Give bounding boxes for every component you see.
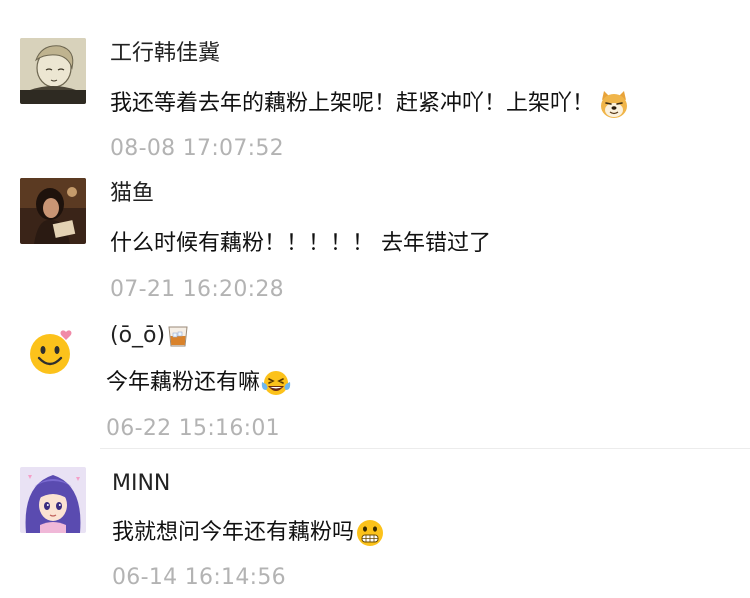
avatar[interactable] — [20, 320, 86, 386]
timestamp: 08-08 17:07:52 — [110, 136, 284, 161]
comment-text-content: 什么时候有藕粉！！！！！ 去年错过了 — [110, 231, 491, 256]
divider — [100, 448, 750, 449]
avatar[interactable] — [20, 178, 86, 244]
comment-text: 我就想问今年还有藕粉吗 — [112, 517, 386, 549]
avatar[interactable] — [20, 467, 86, 533]
comment-text: 什么时候有藕粉！！！！！ 去年错过了 — [110, 229, 491, 259]
whisky-glass-icon — [167, 324, 189, 348]
username[interactable]: (ō_ō) — [110, 322, 189, 350]
timestamp: 07-21 16:20:28 — [110, 277, 284, 302]
comment-text: 今年藕粉还有嘛 — [106, 368, 292, 398]
comment-text-content: 我就想问今年还有藕粉吗 — [112, 520, 355, 545]
comment-text-content: 我还等着去年的藕粉上架呢！赶紧冲吖！上架吖！ — [110, 91, 595, 116]
laugh-cry-emoji — [260, 368, 292, 398]
comment-text-content: 今年藕粉还有嘛 — [106, 370, 261, 395]
username[interactable]: 工行韩佳冀 — [110, 40, 220, 68]
doge-emoji — [598, 88, 630, 120]
timestamp: 06-22 15:16:01 — [106, 416, 280, 441]
grimace-emoji — [354, 517, 386, 549]
username-text: (ō_ō) — [110, 323, 166, 348]
comment-text: 我还等着去年的藕粉上架呢！赶紧冲吖！上架吖！ — [110, 88, 630, 120]
username[interactable]: 猫鱼 — [110, 180, 154, 208]
timestamp: 06-14 16:14:56 — [112, 565, 286, 590]
username[interactable]: MINN — [112, 470, 170, 498]
avatar[interactable] — [20, 38, 86, 104]
